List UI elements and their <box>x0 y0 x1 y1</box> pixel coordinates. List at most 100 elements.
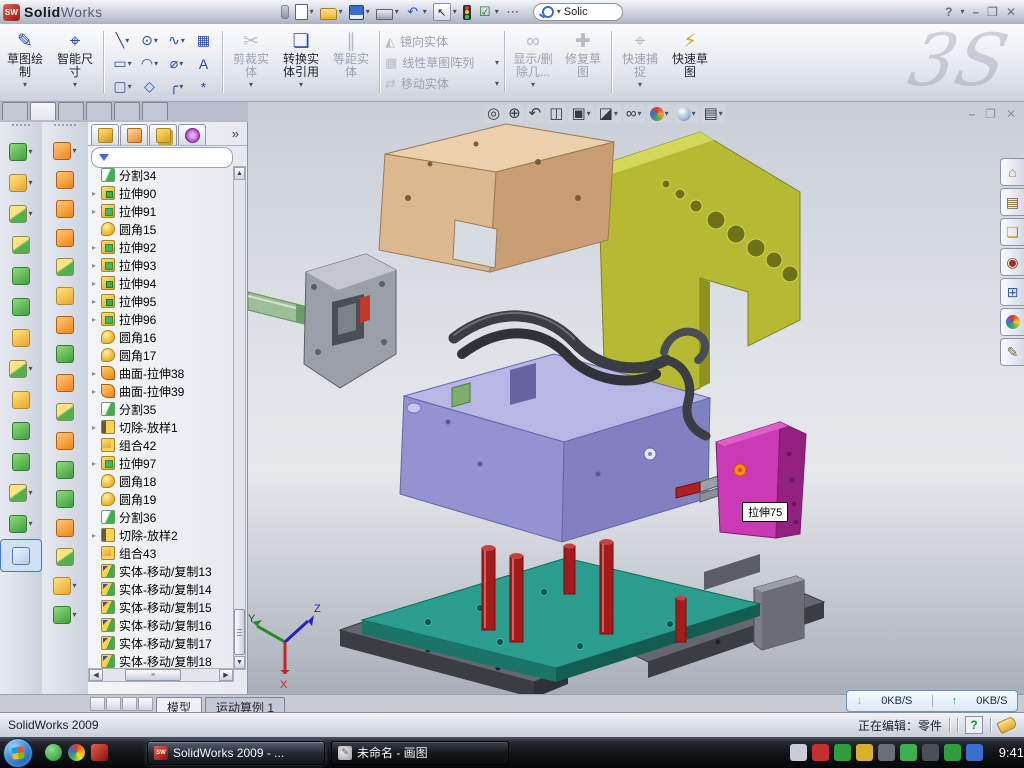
options-button[interactable]: ☑▾ <box>475 3 501 21</box>
mirror-entities-button[interactable]: ◭镜向实体 <box>383 31 501 52</box>
combine-bodies-button[interactable] <box>0 415 42 446</box>
tree-item[interactable]: ▸ 拉伸90 <box>88 184 234 202</box>
doc-close-button[interactable]: ✕ <box>1006 107 1016 121</box>
line-tool[interactable]: ╲▾ <box>109 29 136 52</box>
tray-network-warning-icon[interactable] <box>922 744 939 761</box>
filled-surface-button[interactable] <box>42 484 88 513</box>
toolbar-overflow-button[interactable]: ⋯ <box>503 3 523 21</box>
restore-button[interactable]: ❐ <box>987 5 998 19</box>
circle-tool[interactable]: ⊙▾ <box>136 29 163 52</box>
section-view-button[interactable]: ◫ <box>546 104 566 123</box>
curve-tool-button[interactable]: ▾ <box>0 508 42 539</box>
scale-body-button[interactable]: ▾ <box>0 477 42 508</box>
parting-surface-button[interactable] <box>42 223 88 252</box>
rapid-sketch-button[interactable]: ⚡ 快速草图 <box>665 26 715 79</box>
toolbar-grip[interactable] <box>54 124 76 134</box>
quicklaunch-overflow[interactable] <box>114 744 131 761</box>
undo-button[interactable]: ↶▾ <box>403 3 429 21</box>
tab-surfaces[interactable] <box>58 102 84 120</box>
sw-content-tab[interactable]: ◉ <box>1000 248 1024 276</box>
draft-feature-button[interactable] <box>42 542 88 571</box>
extruded-cut-button[interactable]: ▾ <box>0 167 42 198</box>
design-library-tab[interactable]: ▤ <box>1000 188 1024 216</box>
ellipse-tool[interactable]: ⌀▾ <box>163 52 190 75</box>
extruded-surface-button[interactable] <box>42 513 88 542</box>
sketch-fillet-tool[interactable]: ╭▾ <box>163 75 190 98</box>
tree-item[interactable]: ▸ 拉伸96 <box>88 310 234 328</box>
tree-item[interactable]: ▸ 圆角16 <box>88 328 234 346</box>
tab-mold-tools[interactable] <box>86 102 112 120</box>
scroll-right-button[interactable]: ▶ <box>219 669 233 681</box>
custom-properties-tab[interactable]: ✎ <box>1000 338 1024 366</box>
tree-item[interactable]: ▸ 拉伸93 <box>88 256 234 274</box>
sketch-text-tool[interactable]: A <box>190 52 217 75</box>
graphics-viewport[interactable]: Y Z X ◎⊕↶◫▣▾◪▾∞▾●▾●▾▤▾ – ❐ ✕ ⌂▤❏◉⊞●✎ 拉伸7… <box>248 102 1024 694</box>
rectangle-tool[interactable]: ▭▾ <box>109 52 136 75</box>
doc-restore-button[interactable]: ❐ <box>985 107 996 121</box>
tree-item[interactable]: ▸ 圆角19 <box>88 490 234 508</box>
trim-entities-button[interactable]: ✂ 剪裁实体 ▾ <box>226 26 276 89</box>
tree-item[interactable]: ▸ 实体-移动/复制14 <box>88 580 234 598</box>
view-settings-button[interactable]: ▤▾ <box>701 104 726 123</box>
tab-dimxpert[interactable] <box>142 102 168 120</box>
zoom-to-area-button[interactable]: ⊕ <box>505 104 524 123</box>
featuremanager-tab[interactable] <box>91 124 119 145</box>
linear-sketch-pattern-button[interactable]: ▦线性草图阵列▾ <box>383 52 501 73</box>
task-paint[interactable]: ✎未命名 - 画图 <box>331 741 509 765</box>
swept-boss-button[interactable] <box>0 229 42 260</box>
move-body-button[interactable] <box>0 446 42 477</box>
start-button[interactable] <box>3 738 33 768</box>
tooling-split-button[interactable] <box>42 252 88 281</box>
toolbar-grip[interactable] <box>12 124 30 134</box>
offset-surface-button[interactable] <box>42 339 88 368</box>
knit-surface-button[interactable] <box>42 455 88 484</box>
hole-wizard-button[interactable] <box>0 322 42 353</box>
spline-curve-button[interactable]: ▾ <box>42 600 88 629</box>
scroll-thumb[interactable] <box>234 609 245 655</box>
tree-item[interactable]: ▸ 曲面-拉伸39 <box>88 382 234 400</box>
sketch-button[interactable]: ✎ 草图绘制 ▾ <box>0 26 50 89</box>
tree-item[interactable]: ▸ 圆角18 <box>88 472 234 490</box>
task-solidworks[interactable]: SWSolidWorks 2009 - ... <box>147 741 325 765</box>
extruded-boss-button[interactable]: ▾ <box>0 136 42 167</box>
tree-item[interactable]: ▸ 切除-放样1 <box>88 418 234 436</box>
smart-dimension-button[interactable]: ⌖ 智能尺寸 ▾ <box>50 26 100 89</box>
tree-vertical-scrollbar[interactable]: ▲ ▼ <box>233 166 246 670</box>
new-document-button[interactable]: ▾ <box>293 3 316 21</box>
repair-sketch-button[interactable]: ✚ 修复草图 <box>558 26 608 79</box>
tray-update-icon[interactable] <box>966 744 983 761</box>
previous-view-button[interactable]: ↶ <box>526 104 545 123</box>
tree-item[interactable]: ▸ 圆角15 <box>88 220 234 238</box>
tree-item[interactable]: ▸ 拉伸94 <box>88 274 234 292</box>
hide-show-items-button[interactable]: ∞▾ <box>623 104 645 123</box>
planar-surface-button[interactable] <box>42 426 88 455</box>
tree-item[interactable]: ▸ 实体-移动/复制17 <box>88 634 234 652</box>
move-face-button[interactable] <box>42 310 88 339</box>
propertymanager-tab[interactable] <box>120 124 148 145</box>
tree-item[interactable]: ▸ 分割34 <box>88 166 234 184</box>
scroll-down-button[interactable]: ▼ <box>234 656 245 669</box>
apply-scene-button[interactable]: ●▾ <box>674 104 699 123</box>
scroll-up-button[interactable]: ▲ <box>234 167 245 180</box>
tree-item[interactable]: ▸ 拉伸97 <box>88 454 234 472</box>
tray-shield-lightning-icon[interactable] <box>834 744 851 761</box>
arc-tool[interactable]: ◠▾ <box>136 52 163 75</box>
search-dropdown-icon[interactable]: ▾ <box>557 8 561 16</box>
tree-filter-box[interactable] <box>91 147 233 168</box>
offset-entities-button[interactable]: ∥ 等距实体 <box>326 26 376 79</box>
dimxpertmanager-tab[interactable] <box>178 124 206 145</box>
tray-security-alert-icon[interactable] <box>812 744 829 761</box>
lofted-boss-button[interactable] <box>0 260 42 291</box>
convert-entities-button[interactable]: ❏ 转换实体引用 ▾ <box>276 26 326 89</box>
display-delete-relations-button[interactable]: ∞ 显示/删除几... ▾ <box>508 26 558 89</box>
tree-item[interactable]: ▸ 拉伸91 <box>88 202 234 220</box>
last-tab-button[interactable] <box>138 697 153 711</box>
toolbox-tab[interactable]: ⊞ <box>1000 278 1024 306</box>
tree-item[interactable]: ▸ 圆角17 <box>88 346 234 364</box>
spline-tool[interactable]: ∿▾ <box>163 29 190 52</box>
tree-item[interactable]: ▸ 分割36 <box>88 508 234 526</box>
quicklaunch-browser-icon[interactable] <box>68 744 85 761</box>
tree-item[interactable]: ▸ 实体-移动/复制13 <box>88 562 234 580</box>
move-entities-button[interactable]: ⇄移动实体▾ <box>383 73 501 94</box>
quicklaunch-solidworks-icon[interactable] <box>91 744 108 761</box>
